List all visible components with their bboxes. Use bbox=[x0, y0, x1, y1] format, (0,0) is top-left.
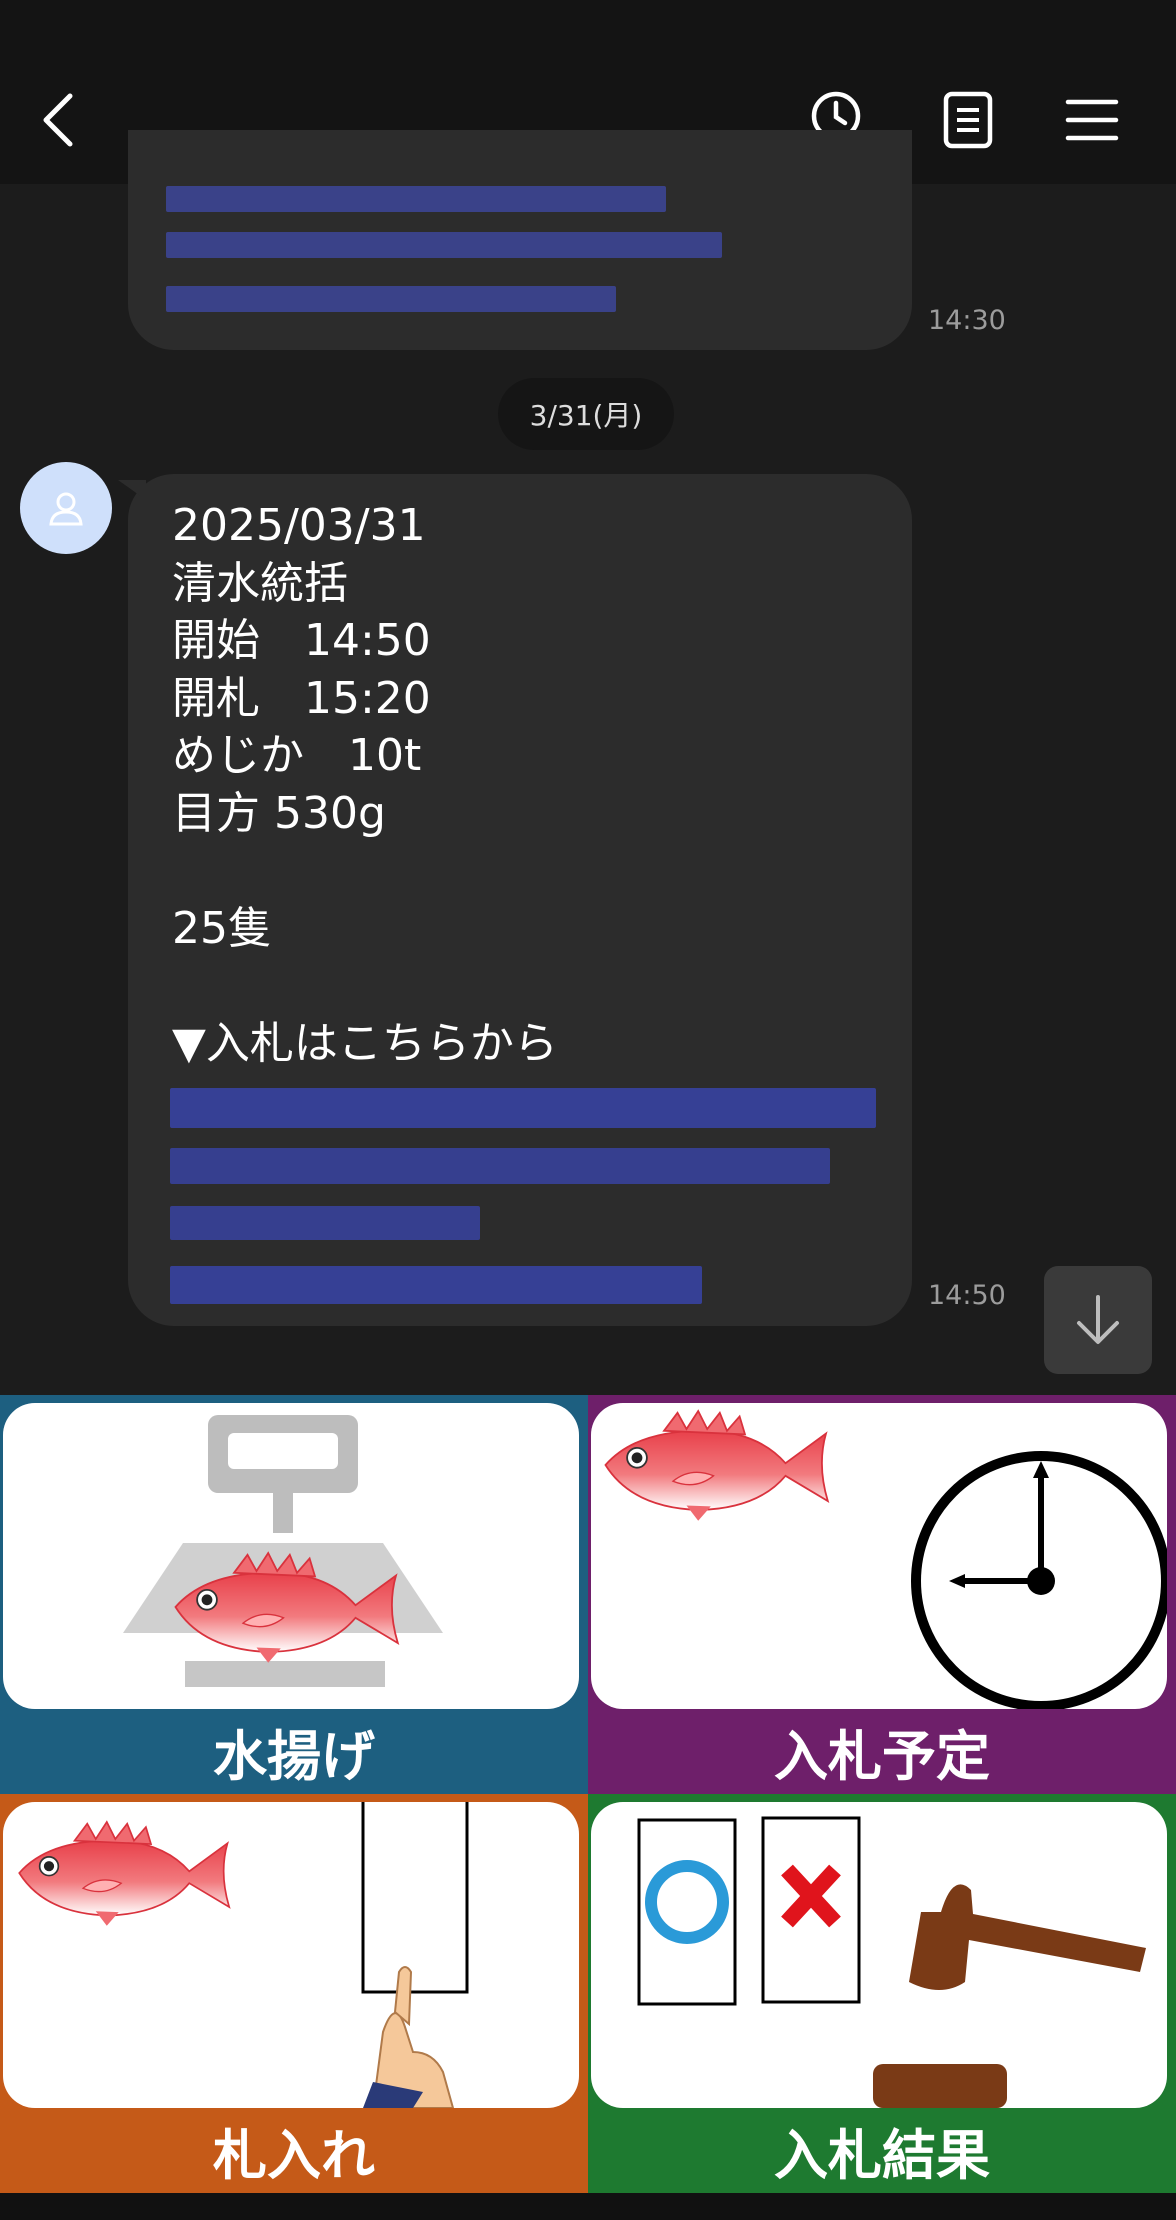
message-time: 14:50 bbox=[928, 1280, 1006, 1311]
ballot-gavel-illustration bbox=[591, 1802, 1167, 2108]
menu-tile-bid-submit[interactable]: 札入れ bbox=[0, 1794, 588, 2193]
blurred-link[interactable] bbox=[170, 1266, 702, 1304]
menu-tile-label: 入札予定 bbox=[774, 1725, 990, 1788]
menu-tile-bid-schedule[interactable]: 入札予定 bbox=[588, 1395, 1176, 1794]
bottom-bar bbox=[0, 2193, 1176, 2220]
menu-tile-bid-results[interactable]: 入札結果 bbox=[588, 1794, 1176, 2193]
scale-fish-illustration bbox=[3, 1403, 579, 1709]
notes-icon[interactable] bbox=[936, 88, 1000, 152]
message-time: 14:30 bbox=[928, 305, 1006, 336]
menu-tile-label: 水揚げ bbox=[213, 1725, 375, 1788]
menu-tile-label: 札入れ bbox=[213, 2124, 375, 2187]
blurred-link[interactable] bbox=[166, 232, 722, 258]
rich-menu: 水揚げ 入札予定 札入れ 入札結果 bbox=[0, 1395, 1176, 2193]
arrow-down-icon bbox=[1077, 1295, 1119, 1344]
menu-tile-landing[interactable]: 水揚げ bbox=[0, 1395, 588, 1794]
sender-avatar[interactable] bbox=[20, 462, 112, 554]
blurred-link[interactable] bbox=[166, 286, 616, 312]
hamburger-menu-icon[interactable] bbox=[1060, 88, 1124, 152]
date-separator: 3/31(月) bbox=[498, 378, 674, 450]
blurred-link[interactable] bbox=[166, 186, 666, 212]
blurred-link[interactable] bbox=[170, 1088, 876, 1128]
scroll-to-bottom-button[interactable] bbox=[1044, 1266, 1152, 1374]
message-text: 2025/03/31 清水統括 開始 14:50 開札 15:20 めじか 10… bbox=[172, 500, 558, 1069]
fish-clock-illustration bbox=[591, 1403, 1167, 1709]
bubble-tail bbox=[118, 480, 146, 500]
chevron-left-icon[interactable] bbox=[30, 88, 94, 152]
menu-tile-label: 入札結果 bbox=[774, 2124, 990, 2187]
fish-bid-slip-illustration bbox=[3, 1802, 579, 2108]
blurred-link[interactable] bbox=[170, 1148, 830, 1184]
user-icon bbox=[49, 492, 83, 526]
previous-message-bubble bbox=[128, 130, 912, 350]
blurred-link[interactable] bbox=[170, 1206, 480, 1240]
